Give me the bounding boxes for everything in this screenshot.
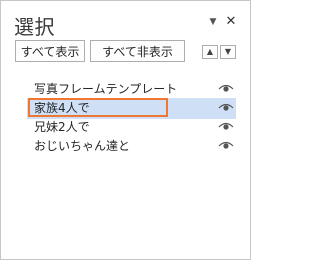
object-row[interactable]: おじいちゃん達と — [1, 136, 250, 155]
pane-options-chevron-down-icon[interactable]: ▼ — [206, 15, 220, 29]
hide-all-button[interactable]: すべて非表示 — [90, 40, 185, 62]
eye-icon[interactable] — [218, 102, 234, 112]
eye-icon[interactable] — [218, 140, 234, 150]
object-name[interactable]: 兄妹2人で — [34, 119, 90, 135]
pane-title: 選択 — [14, 15, 55, 39]
send-backward-triangle-down-icon[interactable]: ▼ — [220, 45, 236, 59]
object-name[interactable]: 写真フレームテンプレート — [34, 81, 177, 97]
object-name[interactable]: 家族4人で — [34, 100, 90, 116]
selection-pane: 選択 ▼ ✕ すべて表示 すべて非表示 ▲ ▼ 写真フレームテンプレート 家族4… — [0, 0, 251, 260]
pane-close-icon[interactable]: ✕ — [224, 15, 238, 29]
object-row[interactable]: 兄妹2人で — [1, 117, 250, 136]
eye-icon[interactable] — [218, 121, 234, 131]
object-row-selected[interactable]: 家族4人で — [1, 98, 250, 119]
bring-forward-triangle-up-icon[interactable]: ▲ — [202, 45, 218, 59]
eye-icon[interactable] — [218, 83, 234, 93]
object-row[interactable]: 写真フレームテンプレート — [1, 79, 250, 98]
object-name[interactable]: おじいちゃん達と — [34, 138, 130, 154]
object-list: 写真フレームテンプレート 家族4人で 兄妹2人で おじいちゃん達と — [1, 79, 250, 155]
show-all-button[interactable]: すべて表示 — [15, 40, 85, 62]
